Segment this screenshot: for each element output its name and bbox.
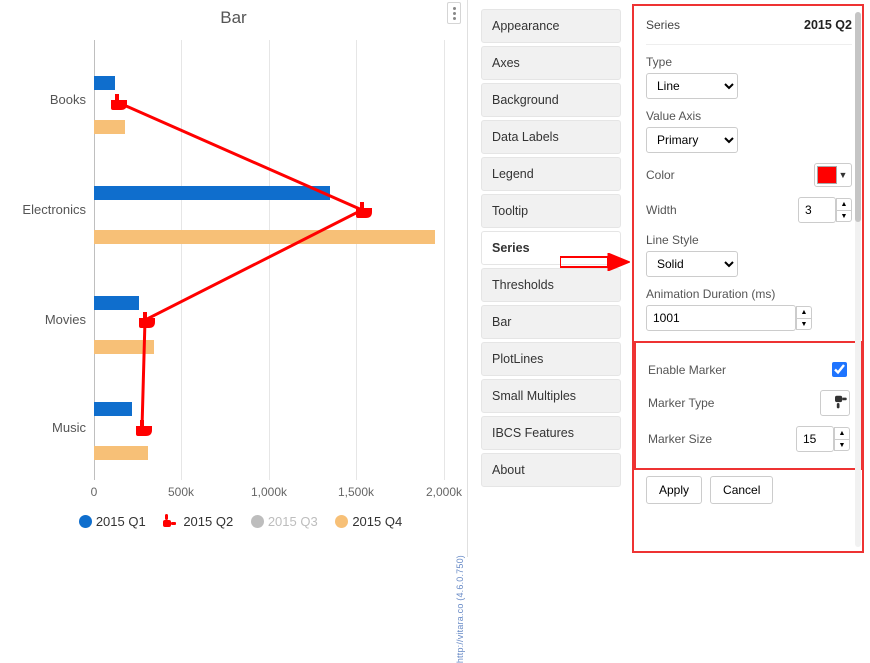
menu-background[interactable]: Background	[481, 83, 621, 117]
bar-q1[interactable]	[94, 76, 115, 90]
menu-bar[interactable]: Bar	[481, 305, 621, 339]
spin-down[interactable]: ▼	[834, 439, 850, 451]
hand-icon[interactable]	[163, 514, 179, 528]
series-properties-panel: Series 2015 Q2 Type Line Value Axis Prim…	[632, 4, 864, 553]
y-category-label: Electronics	[0, 202, 86, 217]
line-style-label: Line Style	[646, 233, 852, 247]
bar-q4[interactable]	[94, 230, 435, 244]
scrollbar-thumb[interactable]	[855, 12, 861, 222]
y-category-label: Books	[0, 92, 86, 107]
color-swatch-icon	[817, 166, 837, 184]
spin-up[interactable]: ▲	[834, 427, 850, 439]
marker-type-picker[interactable]	[820, 390, 850, 416]
plot-area	[94, 40, 444, 480]
marker-type-label: Marker Type	[648, 396, 714, 410]
menu-tooltip[interactable]: Tooltip	[481, 194, 621, 228]
bar-q1[interactable]	[94, 296, 139, 310]
menu-data-labels[interactable]: Data Labels	[481, 120, 621, 154]
marker-size-stepper[interactable]	[796, 426, 834, 452]
y-category-label: Music	[0, 420, 86, 435]
chart-title: Bar	[0, 0, 467, 28]
marker-size-label: Marker Size	[648, 432, 712, 446]
menu-legend[interactable]: Legend	[481, 157, 621, 191]
x-tick: 500k	[151, 485, 211, 499]
x-tick: 2,000k	[414, 485, 474, 499]
legend-swatch-q3[interactable]	[251, 515, 264, 528]
line-style-select[interactable]: Solid	[646, 251, 738, 277]
menu-about[interactable]: About	[481, 453, 621, 487]
y-category-label: Movies	[0, 312, 86, 327]
chart-menu-handle[interactable]	[447, 2, 461, 24]
menu-thresholds[interactable]: Thresholds	[481, 268, 621, 302]
props-header-label: Series	[646, 18, 680, 32]
spin-down[interactable]: ▼	[796, 318, 812, 330]
x-tick: 0	[64, 485, 124, 499]
bar-q1[interactable]	[94, 186, 330, 200]
watermark: http://vitara.co (4.6.0.750)	[455, 555, 465, 663]
legend-label[interactable]: 2015 Q4	[352, 514, 402, 529]
type-select[interactable]: Line	[646, 73, 738, 99]
menu-small-multiples[interactable]: Small Multiples	[481, 379, 621, 413]
spin-down[interactable]: ▼	[836, 210, 852, 222]
x-tick: 1,000k	[239, 485, 299, 499]
legend-label[interactable]: 2015 Q1	[96, 514, 146, 529]
animation-duration-label: Animation Duration (ms)	[646, 287, 852, 301]
type-label: Type	[646, 55, 852, 69]
marker-section: Enable Marker Marker Type Marker Size ▲ …	[634, 341, 862, 470]
legend-swatch-q1[interactable]	[79, 515, 92, 528]
scrollbar[interactable]	[855, 12, 861, 547]
x-tick: 1,500k	[326, 485, 386, 499]
menu-axes[interactable]: Axes	[481, 46, 621, 80]
width-stepper[interactable]	[798, 197, 836, 223]
value-axis-select[interactable]: Primary	[646, 127, 738, 153]
legend: 2015 Q1 2015 Q2 2015 Q3 2015 Q4	[0, 514, 467, 529]
menu-plotlines[interactable]: PlotLines	[481, 342, 621, 376]
apply-button[interactable]: Apply	[646, 476, 702, 504]
legend-label[interactable]: 2015 Q2	[183, 514, 233, 529]
value-axis-label: Value Axis	[646, 109, 852, 123]
legend-swatch-q4[interactable]	[335, 515, 348, 528]
width-label: Width	[646, 203, 677, 217]
menu-appearance[interactable]: Appearance	[481, 9, 621, 43]
cancel-button[interactable]: Cancel	[710, 476, 773, 504]
legend-label[interactable]: 2015 Q3	[268, 514, 318, 529]
annotation-arrow-icon	[560, 253, 630, 271]
bar-q4[interactable]	[94, 446, 148, 460]
editor-menu: Appearance Axes Background Data Labels L…	[477, 0, 625, 557]
spin-up[interactable]: ▲	[796, 306, 812, 318]
chevron-down-icon: ▼	[837, 170, 849, 180]
bar-q4[interactable]	[94, 340, 154, 354]
enable-marker-checkbox[interactable]	[832, 362, 847, 377]
menu-ibcs-features[interactable]: IBCS Features	[481, 416, 621, 450]
enable-marker-label: Enable Marker	[648, 363, 726, 377]
animation-duration-stepper[interactable]	[646, 305, 796, 331]
props-header-value: 2015 Q2	[804, 18, 852, 32]
spin-up[interactable]: ▲	[836, 198, 852, 210]
chart-pane: Bar Books Electronics Movies Music 0 500…	[0, 0, 468, 557]
color-picker[interactable]: ▼	[814, 163, 852, 187]
color-label: Color	[646, 168, 675, 182]
bar-q4[interactable]	[94, 120, 125, 134]
bar-q1[interactable]	[94, 402, 132, 416]
